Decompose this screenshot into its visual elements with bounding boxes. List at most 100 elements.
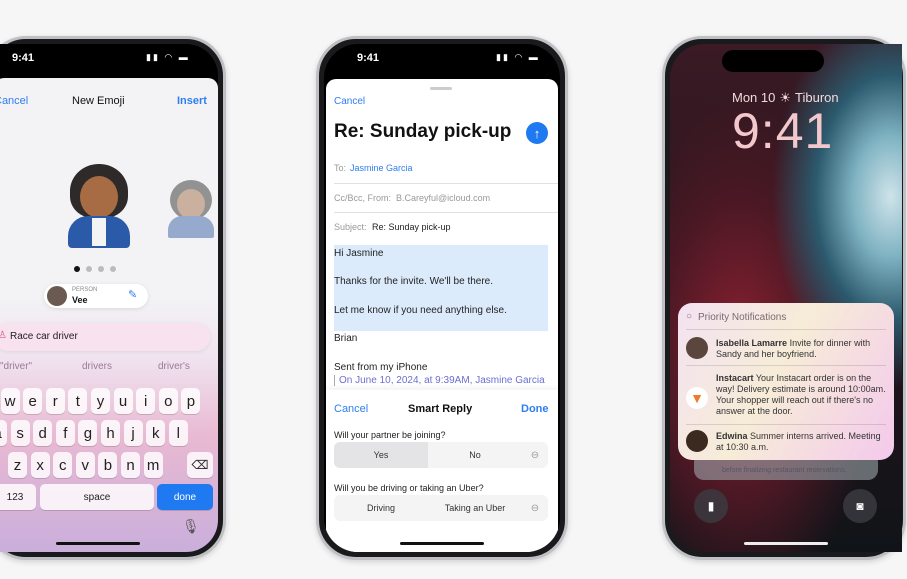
suggestion-3[interactable]: driver's: [158, 361, 190, 372]
delete-key-icon[interactable]: ⌫: [187, 452, 213, 478]
home-indicator: [400, 542, 484, 545]
notification-item[interactable]: Edwina Summer interns arrived. Meeting a…: [716, 431, 886, 453]
option-uber[interactable]: Taking an Uber: [428, 495, 522, 521]
cancel-button[interactable]: Cancel: [334, 96, 365, 107]
edit-pencil-icon[interactable]: ✎: [128, 288, 137, 301]
mail-compose-sheet: Cancel Re: Sunday pick-up ↑ To: Jasmine …: [326, 79, 558, 552]
dynamic-island: [722, 50, 824, 72]
arrow-up-icon: ↑: [533, 125, 541, 141]
key-j[interactable]: j: [123, 420, 143, 446]
stacked-notification-text: before finalizing restaurant reservation…: [722, 467, 847, 474]
smart-reply-done-button[interactable]: Done: [521, 403, 549, 415]
option-yes[interactable]: Yes: [334, 442, 428, 468]
smart-reply-cancel-button[interactable]: Cancel: [334, 403, 368, 415]
home-indicator: [744, 542, 828, 545]
mail-subject-title: Re: Sunday pick-up: [334, 121, 512, 142]
key-t[interactable]: t: [68, 388, 88, 414]
avatar: [686, 337, 708, 359]
status-time: 9:41: [12, 52, 35, 64]
key-s[interactable]: s: [10, 420, 30, 446]
key-x[interactable]: x: [30, 452, 50, 478]
key-h[interactable]: h: [101, 420, 120, 446]
emoji-sheet: Cancel New Emoji Insert PERSON Vee ✎ ♙ R…: [0, 78, 218, 552]
key-d[interactable]: d: [33, 420, 53, 446]
key-123[interactable]: 123: [0, 484, 36, 510]
notification-item[interactable]: Instacart Your Instacart order is on the…: [716, 373, 886, 417]
suggestion-1[interactable]: "driver": [0, 361, 32, 372]
key-e[interactable]: e: [23, 388, 43, 414]
divider: [686, 424, 886, 425]
question-2: Will you be driving or taking an Uber?: [334, 483, 484, 493]
from-address[interactable]: B.Careyful@icloud.com: [396, 193, 490, 203]
person-label: PERSON: [72, 287, 98, 293]
phone-lockscreen-screen: Mon 10 ☀ Tiburon 9:41 before finalizing …: [670, 44, 902, 552]
cancel-button[interactable]: Cancel: [0, 95, 28, 107]
option-no[interactable]: No: [428, 442, 522, 468]
key-a[interactable]: a: [0, 420, 7, 446]
body-line[interactable]: Let me know if you need anything else.: [334, 305, 507, 316]
send-button[interactable]: ↑: [526, 122, 548, 144]
key-f[interactable]: f: [55, 420, 75, 446]
carrot-icon: ▼: [686, 387, 708, 409]
key-n[interactable]: n: [121, 452, 140, 478]
status-icons: ▮▮ ◠ ▬: [496, 52, 540, 62]
prompt-field[interactable]: ♙ Race car driver: [0, 323, 210, 351]
key-o[interactable]: o: [158, 388, 178, 414]
key-y[interactable]: y: [91, 388, 110, 414]
dismiss-icon[interactable]: ⊖: [526, 495, 544, 521]
emoji-preview-next[interactable]: [166, 180, 216, 238]
priority-title: Priority Notifications: [698, 312, 787, 323]
key-space[interactable]: space: [40, 484, 154, 510]
key-done[interactable]: done: [157, 484, 213, 510]
body-line[interactable]: Sent from my iPhone: [334, 362, 427, 373]
ccbcc-from-label[interactable]: Cc/Bcc, From:: [334, 193, 391, 203]
status-icons: ▮▮ ◠ ▬: [146, 52, 190, 62]
sheet-grabber[interactable]: [430, 87, 452, 90]
key-m[interactable]: m: [143, 452, 163, 478]
key-k[interactable]: k: [146, 420, 166, 446]
smart-reply-title: Smart Reply: [408, 403, 473, 415]
person-icon: ♙: [0, 330, 7, 341]
microphone-icon[interactable]: 🎙︎: [182, 518, 200, 535]
key-w[interactable]: w: [0, 388, 20, 414]
insert-button[interactable]: Insert: [177, 95, 207, 107]
to-label: To:: [334, 163, 347, 173]
page-dots[interactable]: [74, 266, 116, 272]
sheet-title: New Emoji: [72, 95, 125, 107]
key-l[interactable]: l: [168, 420, 188, 446]
key-i[interactable]: i: [136, 388, 156, 414]
divider: [334, 183, 558, 184]
subject-field[interactable]: Re: Sunday pick-up: [372, 222, 451, 232]
notification-sender: Edwina: [716, 431, 748, 441]
key-c[interactable]: c: [53, 452, 73, 478]
to-recipient[interactable]: Jasmine Garcia: [350, 163, 413, 173]
key-z[interactable]: z: [8, 452, 27, 478]
body-line[interactable]: Thanks for the invite. We'll be there.: [334, 276, 493, 287]
priority-notifications-card[interactable]: ○ Priority Notifications Isabella Lamarr…: [678, 303, 894, 460]
key-p[interactable]: p: [181, 388, 201, 414]
notification-item[interactable]: Isabella Lamarre Invite for dinner with …: [716, 338, 886, 360]
person-chip[interactable]: PERSON Vee ✎: [44, 284, 148, 308]
flashlight-icon: ▮: [707, 499, 715, 513]
subject-label: Subject:: [334, 222, 367, 232]
home-indicator: [56, 542, 140, 545]
key-g[interactable]: g: [78, 420, 98, 446]
dismiss-icon[interactable]: ⊖: [526, 442, 544, 468]
prompt-text: Race car driver: [10, 331, 78, 342]
flashlight-button[interactable]: ▮: [694, 489, 728, 523]
camera-button[interactable]: ◙: [843, 489, 877, 523]
body-line[interactable]: Brian: [334, 333, 357, 344]
suggestion-2[interactable]: drivers: [82, 361, 112, 372]
divider: [686, 365, 886, 366]
key-u[interactable]: u: [113, 388, 133, 414]
key-v[interactable]: v: [75, 452, 95, 478]
phone-emoji-screen: 9:41 ▮▮ ◠ ▬ Cancel New Emoji Insert PERS…: [0, 44, 218, 552]
avatar: [686, 430, 708, 452]
key-r[interactable]: r: [45, 388, 65, 414]
body-line[interactable]: Hi Jasmine: [334, 248, 383, 259]
key-b[interactable]: b: [98, 452, 118, 478]
camera-icon: ◙: [856, 499, 864, 513]
lock-time: 9:41: [732, 103, 834, 159]
notification-sender: Isabella Lamarre: [716, 338, 788, 348]
option-driving[interactable]: Driving: [334, 495, 428, 521]
